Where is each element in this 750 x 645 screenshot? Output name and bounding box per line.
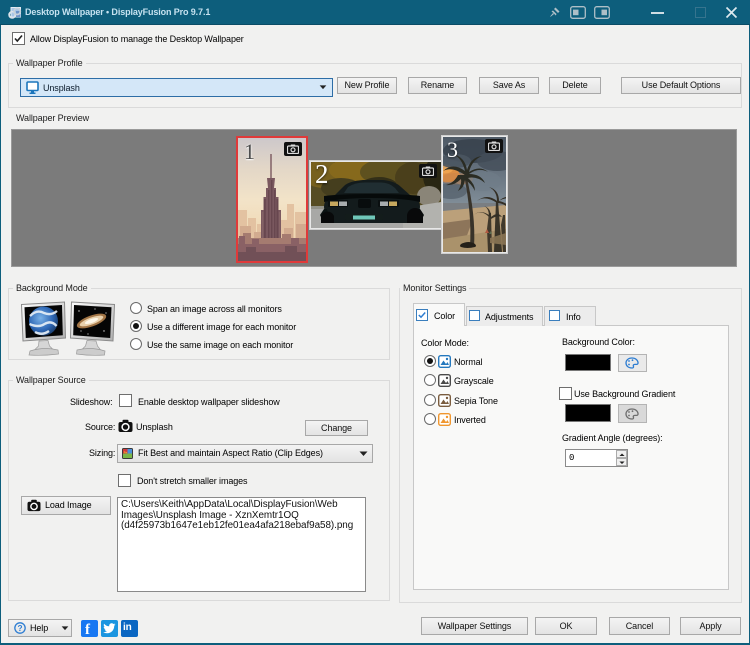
svg-text:?: ? — [18, 623, 23, 633]
